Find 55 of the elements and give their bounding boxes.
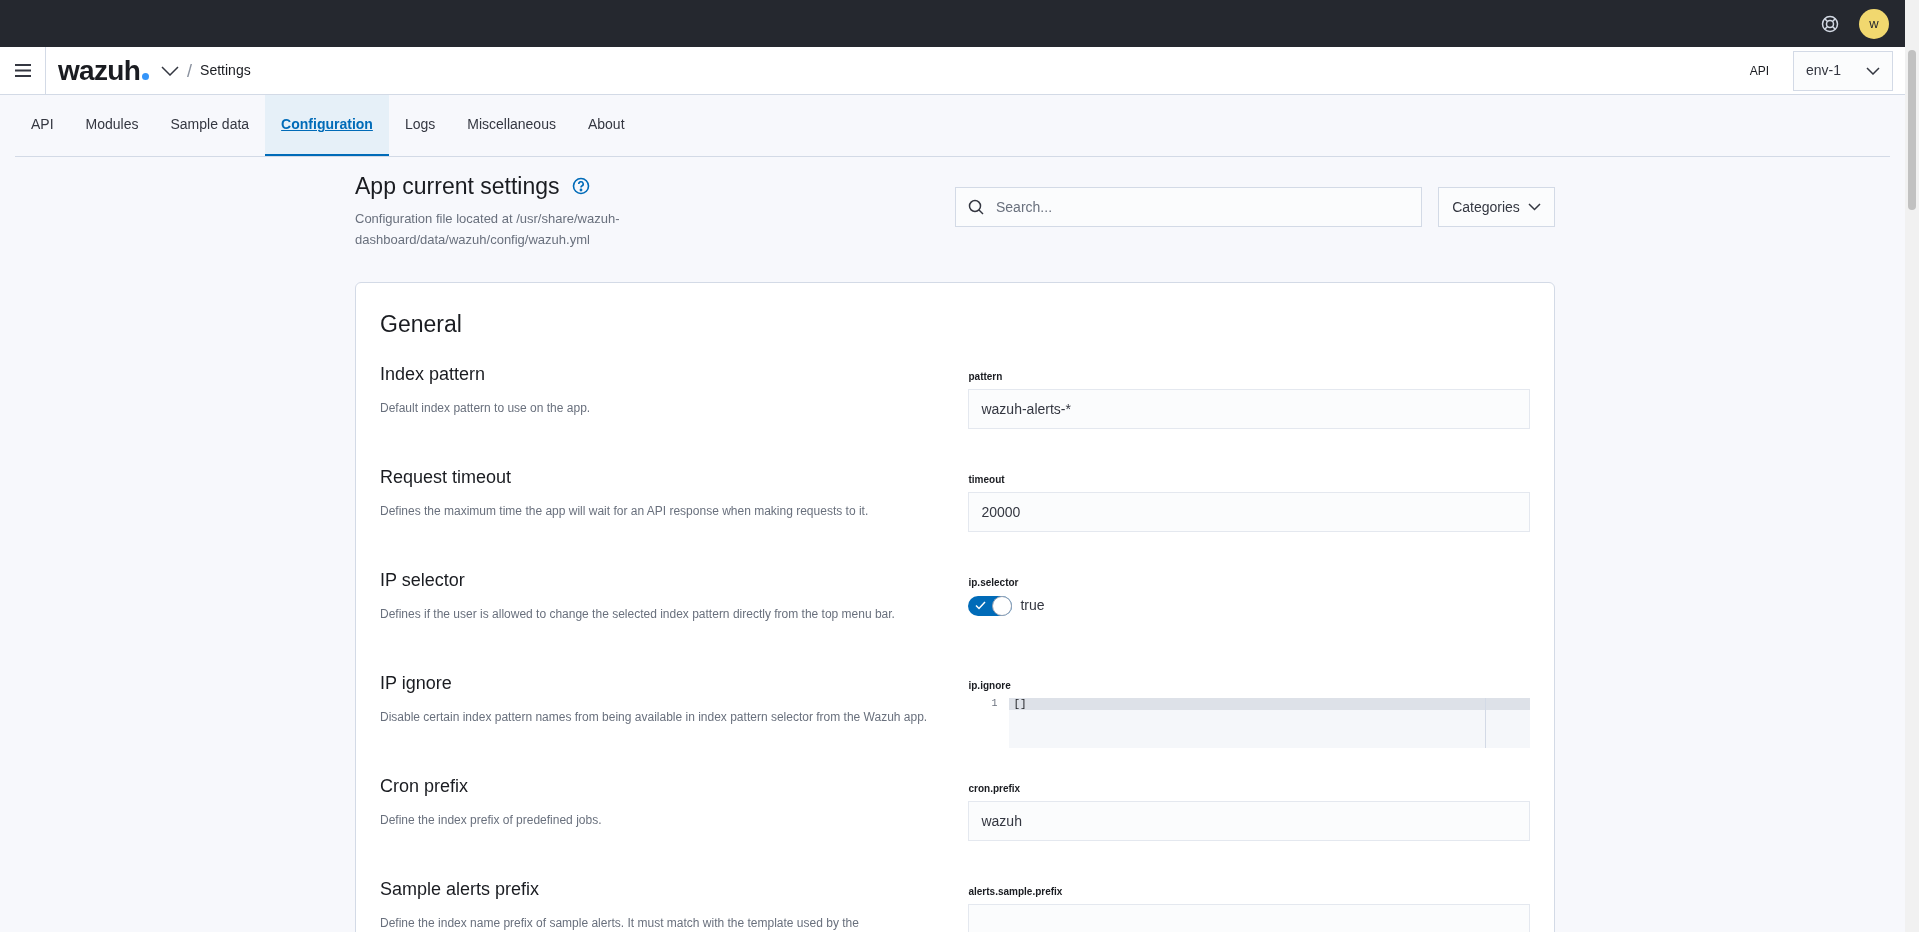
tab[interactable]: Logs (388, 95, 452, 156)
tab[interactable]: API (15, 95, 70, 156)
tab[interactable]: About (571, 95, 641, 156)
field-label: cron.prefix (968, 782, 1022, 796)
categories-button[interactable]: Categories (1438, 187, 1555, 227)
help-icon[interactable] (571, 177, 590, 196)
setting-description: Define the index prefix of predefined jobs. (380, 812, 603, 829)
breadcrumb[interactable]: Settings (200, 60, 251, 81)
tab[interactable]: Configuration (265, 95, 389, 156)
scrollbar[interactable] (1905, 0, 1919, 932)
setting-description: Disable certain index pattern names from being available in index pattern selector from the Wazuh app. (380, 709, 929, 726)
setting-title: Sample alerts prefix (380, 878, 541, 901)
setting-description: Default index pattern to use on the app. (380, 400, 592, 417)
input-field[interactable]: 20000 (968, 492, 1530, 532)
input-field[interactable] (968, 904, 1530, 932)
toggle-switch[interactable] (968, 595, 1013, 616)
setting-description: Defines the maximum time the app will wait for an API response when making requests to it. (380, 503, 870, 520)
toggle-label: true (1020, 596, 1045, 615)
setting-title: Cron prefix (380, 775, 470, 798)
wazuh-logo[interactable]: wazuh (58, 49, 141, 92)
tab[interactable]: Sample data (154, 95, 266, 156)
page-title: App current settings (355, 172, 560, 201)
setting-description: Define the index name prefix of sample alerts. It must match with the template used by the (380, 915, 860, 932)
scrollbar-thumb[interactable] (1908, 50, 1916, 210)
api-select[interactable]: env-1 (1793, 50, 1893, 91)
tab[interactable]: Miscellaneous (451, 95, 572, 156)
section-title: General (380, 309, 463, 339)
chevron-down-icon (1866, 66, 1880, 75)
search-input[interactable]: Search... (996, 196, 1409, 218)
check-icon (975, 600, 987, 610)
api-label: API (1749, 62, 1769, 80)
code-line: [] (1012, 698, 1028, 712)
setting-title: Request timeout (380, 466, 513, 489)
field-label: pattern (968, 370, 1004, 384)
user-avatar[interactable]: w (1859, 8, 1889, 39)
search-field[interactable]: Search... (955, 187, 1422, 227)
input-field[interactable]: wazuh-alerts-* (968, 389, 1530, 429)
breadcrumb-separator: / (187, 59, 193, 83)
setting-description: Defines if the user is allowed to change the selected index pattern directly from the top menu bar. (380, 606, 896, 623)
menu-icon (14, 64, 31, 77)
setting-title: IP selector (380, 569, 466, 592)
page-subtitle: Configuration file located at /usr/share/wazuh-dashboard/data/wazuh/config/wazuh.yml (355, 209, 621, 249)
chevron-down-icon (1527, 203, 1541, 211)
code-editor[interactable]: 1 [] (968, 698, 1530, 748)
search-icon (968, 199, 984, 215)
input-field[interactable]: wazuh (968, 801, 1530, 841)
setting-title: Index pattern (380, 363, 487, 386)
line-number: 1 (968, 698, 1010, 748)
field-label: ip.ignore (968, 679, 1012, 693)
tab[interactable]: Modules (69, 95, 155, 156)
chevron-down-icon[interactable] (161, 65, 180, 76)
field-label: ip.selector (968, 576, 1020, 590)
setting-title: IP ignore (380, 672, 453, 695)
field-label: timeout (968, 473, 1006, 487)
field-label: alerts.sample.prefix (968, 885, 1064, 899)
